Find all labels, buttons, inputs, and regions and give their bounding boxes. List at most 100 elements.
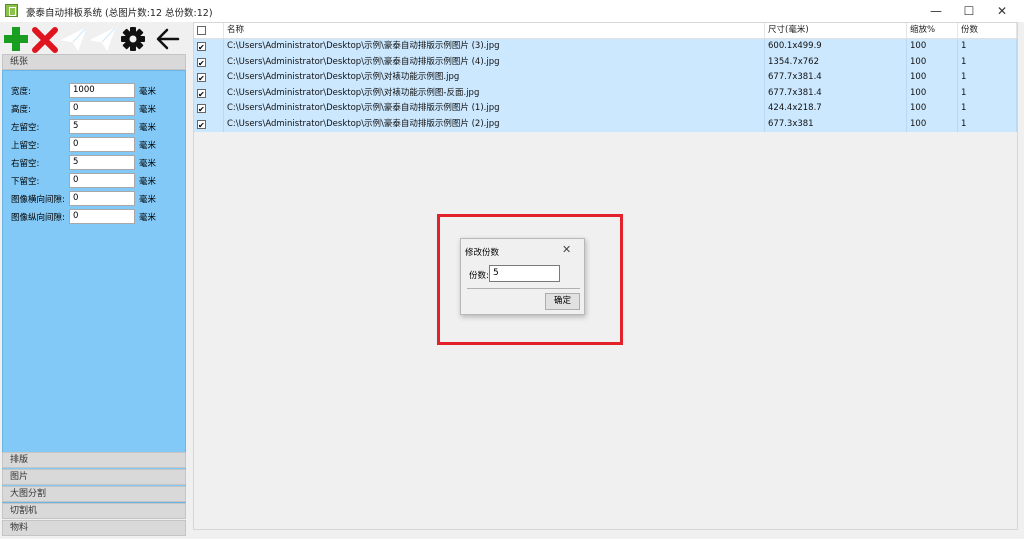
ok-button[interactable]: 确定: [545, 293, 580, 310]
cell-name: C:\Users\Administrator\Desktop\示例\对裱功能示例…: [224, 85, 765, 101]
checkbox-cell: [194, 101, 224, 118]
dialog-divider: [467, 288, 580, 289]
field-unit: 毫米: [139, 105, 157, 115]
section-split[interactable]: 大图分割: [2, 486, 186, 502]
gear-icon[interactable]: [119, 24, 147, 54]
cell-copies: 1: [958, 39, 1017, 55]
row-checkbox[interactable]: [197, 118, 206, 133]
edit-copies-dialog: 修改份数 ✕ 份数: 5 确定: [460, 238, 585, 315]
cell-copies: 1: [958, 54, 1017, 70]
toolbar: [0, 24, 186, 54]
checkbox-cell: [194, 54, 224, 71]
header-size[interactable]: 尺寸(毫米): [765, 23, 907, 38]
field-label: 图像纵向间隙:: [11, 213, 65, 223]
field-label: 图像横向间隙:: [11, 195, 65, 205]
section-images[interactable]: 图片: [2, 469, 186, 485]
add-icon[interactable]: [2, 24, 30, 54]
send-outline-icon[interactable]: [89, 24, 117, 54]
top-margin-input[interactable]: 0: [69, 137, 135, 152]
cell-size: 1354.7x762: [765, 54, 907, 70]
cell-copies: 1: [958, 85, 1017, 101]
table-row[interactable]: C:\Users\Administrator\Desktop\示例\豪泰自动排版…: [194, 54, 1017, 71]
cell-size: 600.1x499.9: [765, 39, 907, 55]
back-arrow-icon[interactable]: [154, 24, 182, 54]
header-checkbox-cell: [194, 23, 224, 38]
checkbox-cell: [194, 85, 224, 102]
bottom-margin-input[interactable]: 0: [69, 173, 135, 188]
table-row[interactable]: C:\Users\Administrator\Desktop\示例\对裱功能示例…: [194, 85, 1017, 102]
app-icon: [5, 4, 18, 17]
field-v-gap: 图像纵向间隙: 0 毫米: [11, 209, 181, 225]
title-bar: 豪泰自动排板系统 (总图片数:12 总份数:12) — ☐ ✕: [0, 0, 1024, 22]
cell-size: 677.3x381: [765, 116, 907, 132]
checkbox-cell: [194, 39, 224, 56]
header-name[interactable]: 名称: [224, 23, 765, 38]
field-unit: 毫米: [139, 195, 157, 205]
row-checkbox[interactable]: [197, 71, 206, 87]
field-top-margin: 上留空: 0 毫米: [11, 137, 181, 153]
cell-name: C:\Users\Administrator\Desktop\示例\豪泰自动排版…: [224, 54, 765, 70]
window-edge: [1018, 22, 1024, 530]
left-margin-input[interactable]: 5: [69, 119, 135, 134]
select-all-checkbox[interactable]: [197, 26, 206, 35]
section-layout[interactable]: 排版: [2, 452, 186, 468]
section-material[interactable]: 物料: [2, 520, 186, 536]
cell-copies: 1: [958, 101, 1017, 117]
copies-input[interactable]: 5: [489, 265, 560, 282]
field-h-gap: 图像横向间隙: 0 毫米: [11, 191, 181, 207]
cell-name: C:\Users\Administrator\Desktop\示例\豪泰自动排版…: [224, 39, 765, 55]
delete-icon[interactable]: [31, 24, 59, 54]
checkbox-cell: [194, 116, 224, 133]
checkbox-cell: [194, 70, 224, 87]
field-unit: 毫米: [139, 141, 157, 151]
maximize-button[interactable]: ☐: [953, 0, 985, 22]
row-checkbox[interactable]: [197, 56, 206, 71]
field-label: 下留空:: [11, 177, 40, 187]
header-scale[interactable]: 缩放%: [907, 23, 958, 38]
field-label: 右留空:: [11, 159, 40, 169]
field-unit: 毫米: [139, 87, 157, 97]
cell-name: C:\Users\Administrator\Desktop\示例\豪泰自动排版…: [224, 101, 765, 117]
cell-scale: 100: [907, 70, 958, 86]
cell-name: C:\Users\Administrator\Desktop\示例\对裱功能示例…: [224, 70, 765, 86]
section-cutter[interactable]: 切割机: [2, 503, 186, 519]
dialog-close-button[interactable]: ✕: [562, 243, 571, 256]
field-label: 上留空:: [11, 141, 40, 151]
left-panel: 纸张 宽度: 1000 毫米 高度: 0 毫米 左留空: 5 毫米 上留空: 0…: [2, 54, 186, 539]
row-checkbox[interactable]: [197, 87, 206, 102]
field-label: 高度:: [11, 105, 31, 115]
table-row[interactable]: C:\Users\Administrator\Desktop\示例\豪泰自动排版…: [194, 116, 1017, 133]
cell-scale: 100: [907, 85, 958, 101]
cell-size: 677.7x381.4: [765, 85, 907, 101]
table-row[interactable]: C:\Users\Administrator\Desktop\示例\豪泰自动排版…: [194, 39, 1017, 56]
cell-size: 677.7x381.4: [765, 70, 907, 86]
field-unit: 毫米: [139, 177, 157, 187]
field-right-margin: 右留空: 5 毫米: [11, 155, 181, 171]
cell-scale: 100: [907, 39, 958, 55]
row-checkbox[interactable]: [197, 40, 206, 56]
window-title: 豪泰自动排板系统 (总图片数:12 总份数:12): [26, 8, 213, 19]
field-unit: 毫米: [139, 123, 157, 133]
cell-name: C:\Users\Administrator\Desktop\示例\豪泰自动排版…: [224, 116, 765, 132]
close-button[interactable]: ✕: [986, 0, 1018, 22]
header-copies[interactable]: 份数: [958, 23, 1017, 38]
section-paper[interactable]: 纸张: [2, 54, 186, 70]
dialog-title: 修改份数: [465, 248, 500, 258]
minimize-button[interactable]: —: [920, 0, 952, 22]
row-checkbox[interactable]: [197, 102, 206, 118]
table-row[interactable]: C:\Users\Administrator\Desktop\示例\对裱功能示例…: [194, 70, 1017, 87]
h-gap-input[interactable]: 0: [69, 191, 135, 206]
copies-label: 份数:: [469, 271, 489, 281]
cell-copies: 1: [958, 70, 1017, 86]
right-margin-input[interactable]: 5: [69, 155, 135, 170]
cell-scale: 100: [907, 101, 958, 117]
height-input[interactable]: 0: [69, 101, 135, 116]
field-label: 宽度:: [11, 87, 31, 97]
cell-scale: 100: [907, 54, 958, 70]
v-gap-input[interactable]: 0: [69, 209, 135, 224]
field-label: 左留空:: [11, 123, 40, 133]
send-icon[interactable]: [60, 24, 88, 54]
cell-scale: 100: [907, 116, 958, 132]
width-input[interactable]: 1000: [69, 83, 135, 98]
table-row[interactable]: C:\Users\Administrator\Desktop\示例\豪泰自动排版…: [194, 101, 1017, 118]
